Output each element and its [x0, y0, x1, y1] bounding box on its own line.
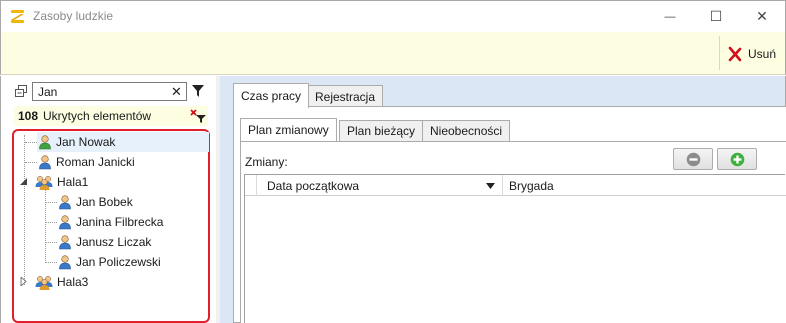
person-icon [39, 155, 51, 170]
tab-nieobecnosci[interactable]: Nieobecności [422, 120, 511, 141]
grid-row-header [245, 175, 257, 196]
close-button[interactable]: ✕ [739, 1, 785, 32]
hidden-count: 108 [18, 109, 39, 123]
group-icon [35, 176, 53, 190]
tree-item-label: Jan Bobek [76, 195, 133, 209]
subtab-label: Plan bieżący [347, 124, 416, 138]
app-logo-icon [11, 10, 24, 23]
column-label: Brygada [509, 178, 554, 193]
tree-item-roman-janicki[interactable]: Roman Janicki [37, 152, 135, 172]
details-panel: Czas pracy Rejestracja Plan zmianowy Pla… [220, 76, 786, 323]
tree-item-hala1[interactable]: Hala1 [35, 172, 88, 192]
shifts-label: Zmiany: [245, 155, 288, 169]
maximize-icon: ☐ [709, 8, 723, 24]
tree-item-jan-bobek[interactable]: Jan Bobek [57, 192, 133, 212]
minus-circle-icon [686, 152, 700, 166]
subtab-label: Nieobecności [430, 124, 503, 138]
tab-plan-zmianowy[interactable]: Plan zmianowy [240, 118, 337, 141]
minimize-button[interactable]: — [647, 1, 693, 32]
hidden-label: Ukrytych elementów [43, 109, 152, 123]
tree-item-label: Hala1 [57, 175, 89, 189]
tab-rejestracja[interactable]: Rejestracja [307, 85, 384, 108]
tree-item-label: Jan Policzewski [76, 255, 161, 269]
collapse-hala1-icon[interactable] [19, 177, 28, 186]
tree-connector [46, 222, 57, 223]
person-icon [39, 135, 51, 150]
tree-item-label: Hala3 [57, 275, 89, 289]
tree-item-janusz-liczak[interactable]: Janusz Liczak [57, 232, 151, 252]
tree-item-janina-filbrecka[interactable]: Janina Filbrecka [57, 212, 163, 232]
tab-czas-pracy[interactable]: Czas pracy [233, 83, 310, 108]
tree-item-label: Jan Nowak [56, 135, 116, 149]
title-bar: Zasoby ludzkie — ☐ ✕ [0, 0, 786, 32]
add-shift-button[interactable] [717, 148, 757, 170]
tree-connector [25, 162, 37, 163]
column-data-poczatkowa[interactable]: Data początkowa [257, 175, 503, 196]
remove-shift-button[interactable] [673, 148, 713, 170]
column-label: Data początkowa [267, 178, 360, 193]
ribbon-separator [719, 36, 720, 70]
delete-button[interactable]: Usuń [727, 44, 776, 64]
tree-connector [24, 135, 25, 285]
tab-label: Rejestracja [315, 90, 376, 104]
delete-button-label: Usuń [748, 47, 777, 61]
subtab-label: Plan zmianowy [248, 123, 329, 137]
person-icon [59, 195, 71, 210]
person-icon [59, 215, 71, 230]
filter-icon[interactable] [192, 85, 204, 97]
tree-connector [46, 242, 57, 243]
close-icon: ✕ [756, 8, 768, 24]
tree-item-label: Janusz Liczak [76, 235, 152, 249]
person-icon [59, 255, 71, 270]
maximize-button[interactable]: ☐ [693, 1, 739, 32]
tree-connector [46, 262, 57, 263]
red-x-icon [728, 46, 742, 62]
tree-connector [46, 202, 57, 203]
search-input-value: Jan [38, 85, 58, 99]
hidden-elements-bar: 108 Ukrytych elementów [14, 106, 208, 126]
tree-item-label: Roman Janicki [56, 155, 135, 169]
ribbon-toolbar: Usuń [0, 32, 786, 75]
clear-search-icon[interactable]: ✕ [171, 84, 182, 100]
tree-item-jan-policzewski[interactable]: Jan Policzewski [57, 252, 161, 272]
plus-circle-icon [730, 152, 744, 166]
collapse-all-icon[interactable] [15, 85, 27, 97]
column-brygada[interactable]: Brygada [503, 175, 786, 196]
tree-panel: Jan ✕ 108 Ukrytych elementów Jan Nowak R… [0, 76, 216, 323]
plan-zmianowy-content: Zmiany: Data początkowa Brygada [240, 141, 786, 323]
tab-label: Czas pracy [241, 89, 302, 103]
group-icon [35, 276, 53, 290]
tab-content: Plan zmianowy Plan bieżący Nieobecności … [233, 106, 786, 323]
shifts-grid: Data początkowa Brygada [244, 174, 786, 323]
expand-hala3-icon[interactable] [20, 277, 29, 286]
window-title: Zasoby ludzkie [33, 9, 114, 23]
sort-desc-icon [486, 183, 495, 189]
tree-connector [25, 142, 37, 143]
tree-connector [45, 190, 46, 263]
minimize-icon: — [664, 10, 676, 23]
grid-header: Data początkowa Brygada [245, 175, 786, 196]
clear-filter-icon[interactable] [190, 109, 206, 123]
search-input[interactable]: Jan ✕ [32, 82, 187, 101]
tree-item-label: Janina Filbrecka [76, 215, 164, 229]
tree-item-hala3[interactable]: Hala3 [35, 272, 88, 292]
person-icon [59, 235, 71, 250]
tree-item-jan-nowak[interactable]: Jan Nowak [37, 132, 209, 152]
tab-plan-biezacy[interactable]: Plan bieżący [339, 120, 424, 141]
